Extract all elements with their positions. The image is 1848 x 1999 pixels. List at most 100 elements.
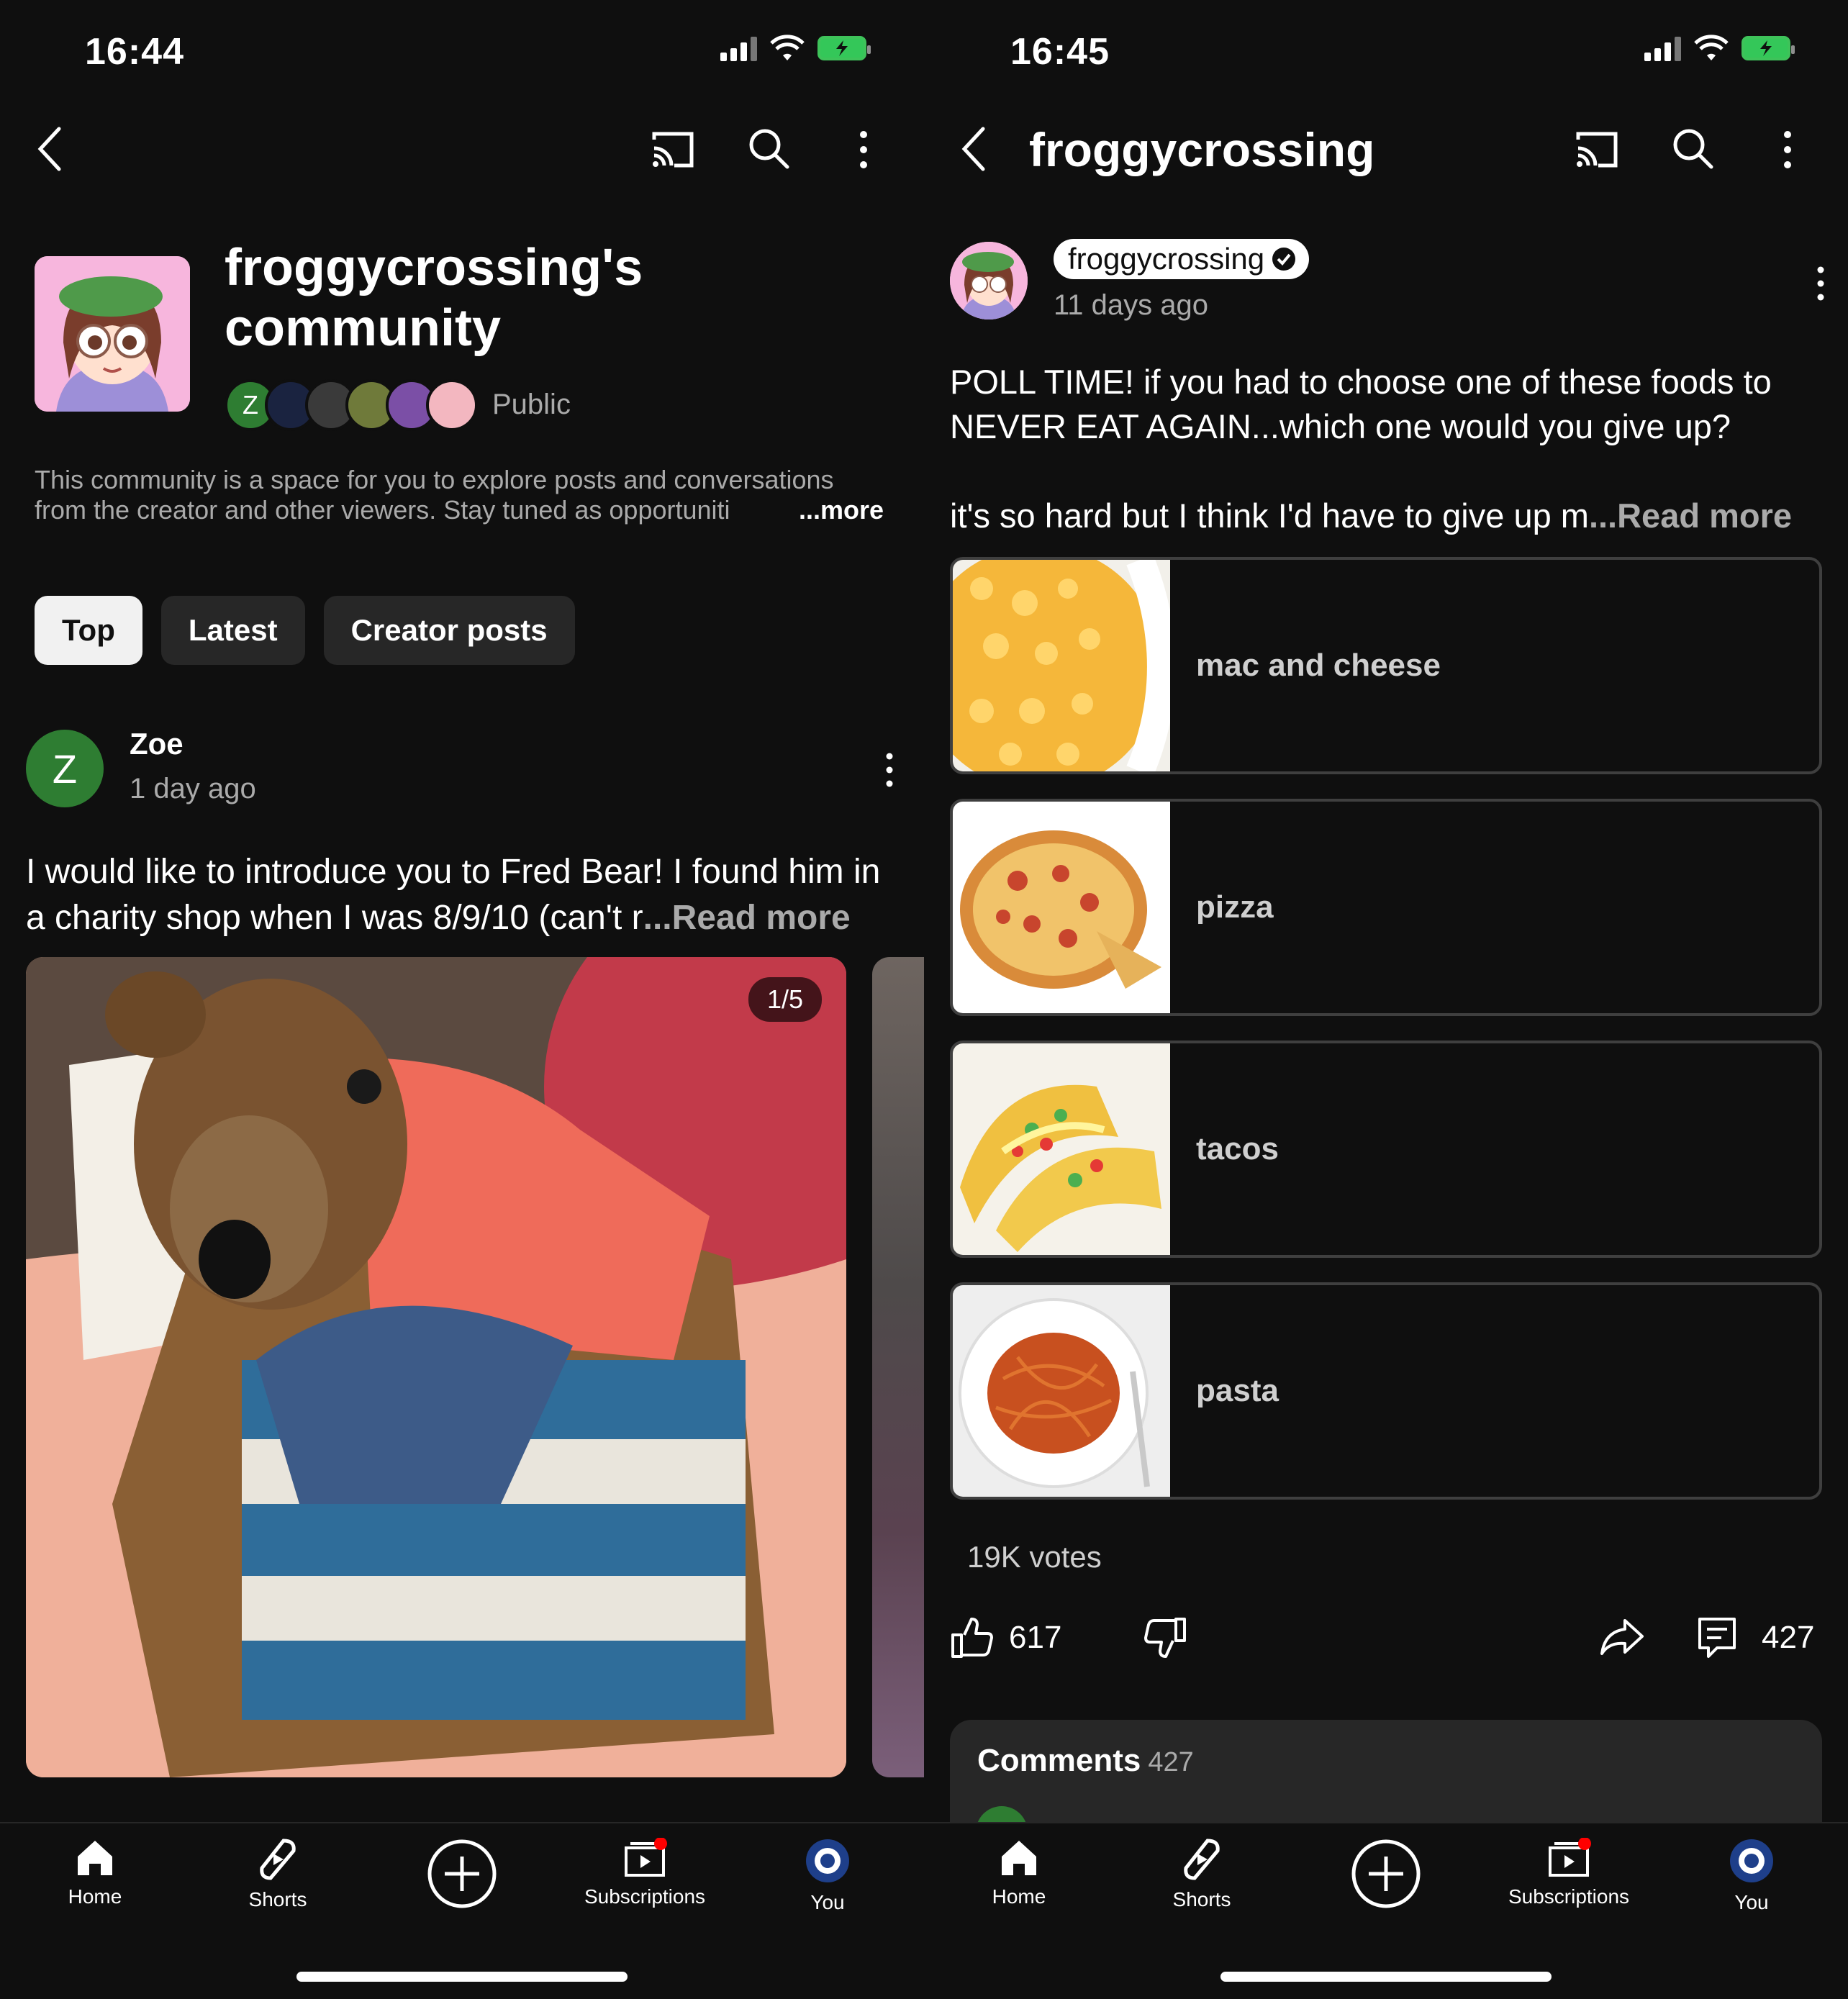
back-button[interactable] bbox=[953, 124, 996, 174]
home-icon bbox=[1002, 1841, 1036, 1875]
nav-home[interactable]: Home bbox=[947, 1838, 1091, 1908]
more-vert-icon bbox=[886, 753, 893, 787]
nav-subscriptions[interactable]: Subscriptions bbox=[573, 1838, 717, 1908]
battery-icon bbox=[1741, 36, 1795, 60]
wifi-icon bbox=[770, 35, 805, 60]
image-counter: 1/5 bbox=[748, 977, 822, 1022]
subscriptions-icon bbox=[1549, 1838, 1591, 1877]
add-icon bbox=[1351, 1839, 1421, 1908]
read-more-link[interactable]: ...Read more bbox=[643, 899, 851, 937]
back-arrow-icon bbox=[37, 127, 61, 171]
like-count: 617 bbox=[1009, 1620, 1062, 1655]
verified-icon bbox=[1272, 248, 1296, 271]
post-body-line2-wrap: it's so hard but I think I'd have to giv… bbox=[950, 494, 1828, 538]
profile-avatar-icon bbox=[1730, 1839, 1773, 1882]
read-more-link[interactable]: ...Read more bbox=[1589, 497, 1792, 535]
comment-count: 427 bbox=[1762, 1620, 1815, 1655]
teddy-bear-photo bbox=[26, 957, 846, 1777]
like-button[interactable]: 617 bbox=[950, 1616, 1061, 1659]
poll-option[interactable]: pizza bbox=[950, 799, 1822, 1016]
filter-chips: Top Latest Creator posts bbox=[35, 596, 575, 665]
pizza-image bbox=[953, 802, 1170, 1013]
thumbs-up-icon bbox=[951, 1618, 993, 1658]
page-title: froggycrossing bbox=[1029, 123, 1375, 176]
nav-home-label: Home bbox=[992, 1885, 1046, 1908]
nav-you[interactable]: You bbox=[1680, 1838, 1824, 1914]
comments-label: Comments bbox=[977, 1743, 1141, 1778]
post-menu-button[interactable] bbox=[875, 748, 904, 792]
more-options-button[interactable] bbox=[849, 127, 878, 173]
cast-icon bbox=[652, 132, 694, 168]
create-button[interactable] bbox=[1314, 1838, 1458, 1910]
post-menu-button[interactable] bbox=[1806, 262, 1835, 305]
description-text: This community is a space for you to exp… bbox=[35, 465, 834, 525]
mac-and-cheese-image bbox=[953, 560, 1170, 771]
search-icon bbox=[749, 129, 789, 169]
nav-home[interactable]: Home bbox=[23, 1838, 167, 1908]
post-time: 11 days ago bbox=[1054, 289, 1208, 321]
cellular-icon bbox=[1644, 35, 1681, 61]
more-link[interactable]: ...more bbox=[791, 495, 884, 525]
nav-shorts[interactable]: Shorts bbox=[1130, 1838, 1274, 1911]
poll-option-label: mac and cheese bbox=[1196, 648, 1441, 683]
nav-home-label: Home bbox=[68, 1885, 122, 1908]
shorts-icon bbox=[1184, 1839, 1220, 1880]
cellular-icon bbox=[720, 35, 757, 61]
creator-avatar-image bbox=[950, 242, 1028, 319]
poll-option[interactable]: tacos bbox=[950, 1041, 1822, 1258]
status-time: 16:44 bbox=[85, 31, 184, 73]
creator-handle-badge[interactable]: froggycrossing bbox=[1054, 239, 1310, 279]
creator-avatar[interactable] bbox=[950, 242, 1028, 319]
shorts-icon bbox=[260, 1839, 296, 1880]
status-icons bbox=[720, 35, 871, 62]
post-author[interactable]: Zoe bbox=[130, 727, 184, 761]
cast-icon bbox=[1576, 132, 1618, 168]
more-vert-icon bbox=[860, 131, 867, 168]
post-text[interactable]: I would like to introduce you to Fred Be… bbox=[26, 849, 882, 941]
chip-latest[interactable]: Latest bbox=[160, 596, 305, 665]
home-indicator bbox=[1220, 1972, 1552, 1982]
nav-you-label: You bbox=[810, 1891, 845, 1913]
search-button[interactable] bbox=[1670, 125, 1716, 171]
share-button[interactable] bbox=[1599, 1616, 1645, 1656]
community-description[interactable]: This community is a space for you to exp… bbox=[35, 465, 884, 525]
post-text[interactable]: POLL TIME! if you had to choose one of t… bbox=[950, 360, 1828, 538]
share-icon bbox=[1600, 1619, 1644, 1655]
community-title: froggycrossing's community bbox=[225, 239, 643, 357]
nav-shorts[interactable]: Shorts bbox=[206, 1838, 350, 1911]
more-options-button[interactable] bbox=[1773, 127, 1802, 173]
visibility-label: Public bbox=[492, 389, 571, 420]
profile-avatar-icon bbox=[806, 1839, 849, 1882]
comments-button[interactable]: 427 bbox=[1697, 1616, 1814, 1659]
community-avatar bbox=[35, 256, 190, 412]
post-author-avatar[interactable]: Z bbox=[26, 730, 104, 807]
cast-button[interactable] bbox=[1572, 127, 1622, 173]
poll-option[interactable]: mac and cheese bbox=[950, 557, 1822, 774]
nav-shorts-label: Shorts bbox=[248, 1888, 307, 1910]
nav-subscriptions-label: Subscriptions bbox=[584, 1885, 706, 1908]
poll-option[interactable]: pasta bbox=[950, 1282, 1822, 1500]
post-body-line2: it's so hard but I think I'd have to giv… bbox=[950, 497, 1589, 535]
next-image-preview[interactable] bbox=[872, 957, 924, 1777]
create-button[interactable] bbox=[390, 1838, 534, 1910]
home-icon bbox=[78, 1841, 112, 1875]
more-vert-icon bbox=[1817, 266, 1824, 301]
search-button[interactable] bbox=[746, 125, 792, 171]
pasta-image bbox=[953, 1285, 1170, 1497]
nav-you[interactable]: You bbox=[756, 1838, 900, 1914]
chip-top[interactable]: Top bbox=[35, 596, 142, 665]
nav-subscriptions[interactable]: Subscriptions bbox=[1497, 1838, 1641, 1908]
cast-button[interactable] bbox=[648, 127, 698, 173]
tacos-image bbox=[953, 1043, 1170, 1255]
post-image[interactable]: 1/5 bbox=[26, 957, 846, 1777]
add-icon bbox=[427, 1839, 497, 1908]
back-button[interactable] bbox=[29, 124, 72, 174]
battery-icon bbox=[817, 36, 871, 60]
chip-creator-posts[interactable]: Creator posts bbox=[323, 596, 575, 665]
subscriptions-icon bbox=[625, 1838, 667, 1877]
dislike-button[interactable] bbox=[1144, 1616, 1187, 1659]
member-avatars[interactable]: Z bbox=[225, 379, 478, 431]
post-detail-screen: 16:45 froggycrossing froggycrossing 11 d… bbox=[924, 0, 1848, 1999]
post-body-line1: POLL TIME! if you had to choose one of t… bbox=[950, 363, 1772, 445]
comments-header: Comments 427 bbox=[977, 1743, 1194, 1779]
